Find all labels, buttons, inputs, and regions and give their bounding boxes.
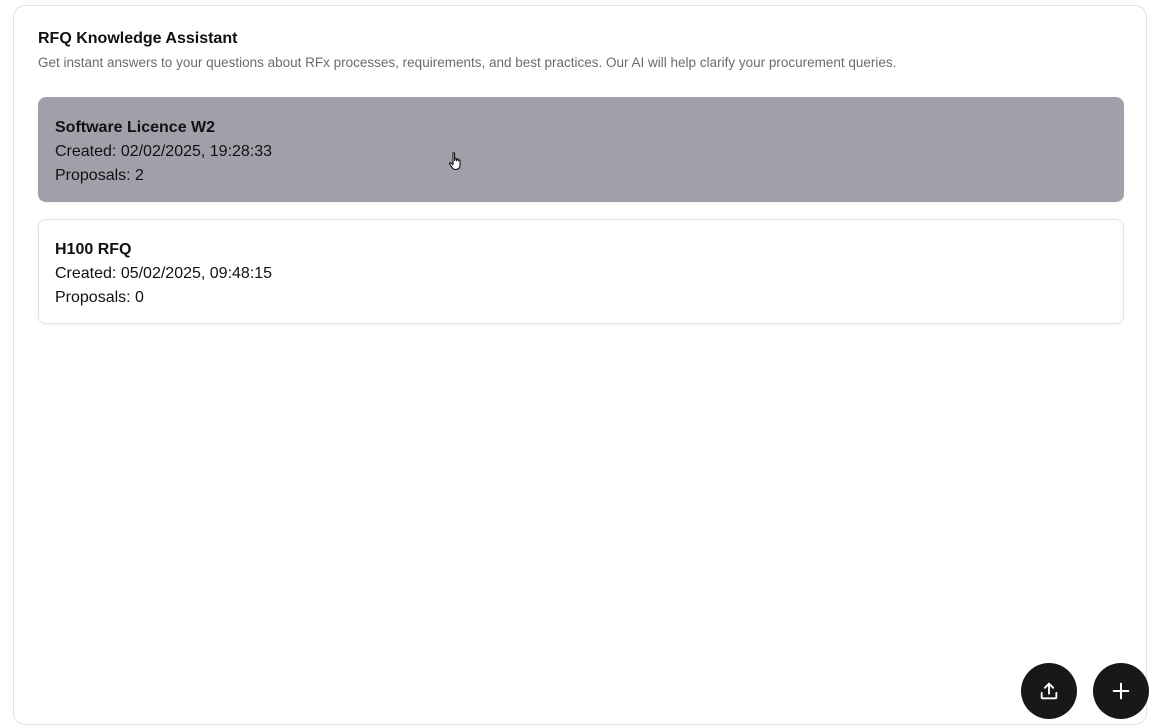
page-subtitle: Get instant answers to your questions ab…	[38, 55, 897, 70]
rfq-card-software-licence-w2[interactable]: Software Licence W2 Created: 02/02/2025,…	[38, 97, 1124, 202]
rfq-card-created: Created: 05/02/2025, 09:48:15	[55, 265, 273, 282]
plus-icon	[1112, 682, 1130, 700]
add-rfq-button[interactable]	[1093, 663, 1149, 719]
upload-icon	[1040, 682, 1058, 700]
rfq-card-proposals: Proposals: 0	[55, 289, 144, 306]
hand-cursor-icon	[449, 152, 461, 171]
rfq-panel: RFQ Knowledge Assistant Get instant answ…	[13, 5, 1147, 725]
rfq-card-proposals: Proposals: 2	[55, 167, 144, 184]
rfq-card-name: Software Licence W2	[55, 119, 216, 136]
rfq-card-created: Created: 02/02/2025, 19:28:33	[55, 143, 273, 160]
page-title: RFQ Knowledge Assistant	[38, 30, 238, 47]
upload-button[interactable]	[1021, 663, 1077, 719]
rfq-card-h100-rfq[interactable]: H100 RFQ Created: 05/02/2025, 09:48:15 P…	[38, 219, 1124, 324]
rfq-card-name: H100 RFQ	[55, 241, 132, 258]
